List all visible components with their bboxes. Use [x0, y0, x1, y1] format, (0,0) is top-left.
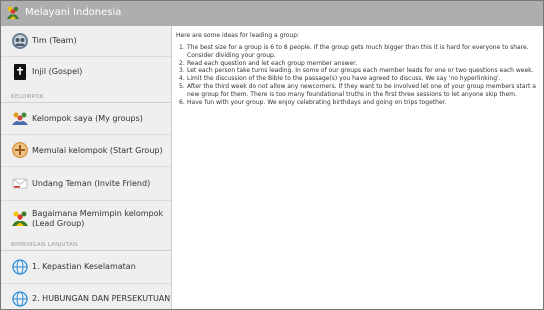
- list-item: 2. Read each question and let each group…: [176, 59, 543, 68]
- list-item: 3. Let each person take turns leading. I…: [176, 67, 543, 75]
- nav-label-relationship-and-fellowship: 2. HUBUNGAN DAN PERSEKUTUAN: [32, 294, 171, 303]
- add-icon: [12, 142, 28, 158]
- nav-label-my-groups: Kelompok saya (My groups): [32, 114, 143, 123]
- app-logo-icon[interactable]: [5, 5, 21, 21]
- mail-icon: [12, 178, 28, 189]
- section-header-bimbingan-lanjutan: BIMBINGAN LANJUTAN: [11, 242, 78, 248]
- nav-item-my-groups[interactable]: Kelompok saya (My groups): [1, 103, 171, 134]
- nav-item-lead-group[interactable]: Bagaimana Memimpin kelompok (Lead Group): [1, 201, 171, 237]
- group-icon: [12, 112, 28, 125]
- nav-item-gospel[interactable]: Injil (Gospel): [1, 57, 171, 87]
- list-item-number: 4.: [179, 75, 185, 83]
- list-item-number: 3.: [179, 67, 185, 75]
- nav-label-gospel: Injil (Gospel): [32, 67, 83, 76]
- content-intro: Here are some ideas for leading a group:: [176, 32, 300, 39]
- action-bar: Melayani Indonesia: [1, 1, 543, 26]
- ideas-list: 1. The best size for a group is 6 to 8 p…: [176, 44, 543, 107]
- list-item-text: After the third week do not allow any ne…: [187, 82, 536, 98]
- nav-label-invite-friend: Undang Teman (Invite Friend): [32, 179, 151, 188]
- content-pane: Here are some ideas for leading a group:…: [172, 26, 543, 309]
- nav-item-invite-friend[interactable]: Undang Teman (Invite Friend): [1, 167, 171, 200]
- nav-sublabel-lead-group: (Lead Group): [32, 219, 85, 228]
- team-icon: [12, 33, 28, 49]
- list-item-number: 6.: [179, 98, 185, 106]
- navigation-drawer: Tim (Team) Injil (Gospel) KELOMPOK Kelom…: [1, 26, 172, 309]
- bible-icon: [14, 64, 26, 80]
- list-item-text: Limit the discussion of the Bible to the…: [187, 75, 501, 83]
- globe-icon: [12, 291, 28, 307]
- nav-label-start-group: Memulai kelompok (Start Group): [32, 146, 163, 155]
- list-item: 4. Limit the discussion of the Bible to …: [176, 75, 543, 83]
- nav-label-assurance-of-salvation: 1. Kepastian Keselamatan: [32, 262, 136, 271]
- list-item: 5. After the third week do not allow any…: [176, 82, 543, 99]
- leader-icon: [12, 211, 28, 226]
- section-header-kelompok: KELOMPOK: [11, 94, 44, 100]
- list-item-text: Let each person take turns leading. In s…: [187, 67, 534, 75]
- nav-label-lead-group: Bagaimana Memimpin kelompok: [32, 209, 164, 218]
- nav-item-relationship-and-fellowship[interactable]: 2. HUBUNGAN DAN PERSEKUTUAN: [1, 284, 171, 309]
- nav-item-assurance-of-salvation[interactable]: 1. Kepastian Keselamatan: [1, 251, 171, 283]
- app-title: Melayani Indonesia: [25, 7, 122, 18]
- list-item: 1. The best size for a group is 6 to 8 p…: [176, 44, 543, 60]
- list-item-number: 1.: [179, 44, 185, 51]
- nav-item-team[interactable]: Tim (Team): [1, 26, 171, 56]
- nav-label-team: Tim (Team): [32, 36, 77, 45]
- list-item: 6. Have fun with your group. We enjoy ce…: [176, 98, 543, 107]
- app-window: Melayani Indonesia Tim (Team) Injil (Gos…: [0, 0, 544, 310]
- list-item-number: 5.: [179, 82, 185, 90]
- nav-item-start-group[interactable]: Memulai kelompok (Start Group): [1, 135, 171, 166]
- list-item-number: 2.: [179, 59, 185, 67]
- globe-icon: [12, 259, 28, 275]
- list-item-text: Have fun with your group. We enjoy celeb…: [187, 98, 447, 106]
- list-item-text: Read each question and let each group me…: [187, 59, 357, 67]
- list-item-text: The best size for a group is 6 to 8 peop…: [187, 44, 529, 59]
